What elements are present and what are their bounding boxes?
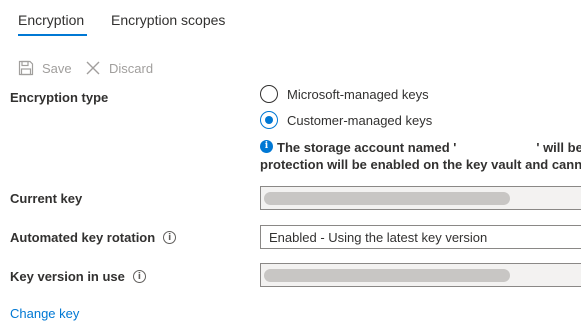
current-key-field	[260, 186, 581, 210]
key-version-field	[260, 263, 581, 287]
radio-label: Customer-managed keys	[287, 112, 433, 128]
info-icon: i	[260, 140, 273, 153]
rotation-label-text: Automated key rotation	[10, 230, 156, 245]
active-tab-underline	[18, 34, 87, 36]
encryption-type-label: Encryption type	[10, 90, 109, 105]
save-button[interactable]: Save	[17, 58, 72, 78]
current-key-label: Current key	[10, 191, 83, 206]
radio-button-selected[interactable]	[260, 111, 278, 129]
automated-key-rotation-label: Automated key rotation i	[10, 230, 177, 245]
radio-button[interactable]	[260, 85, 278, 103]
redacted-value	[264, 269, 510, 282]
tab-encryption[interactable]: Encryption	[18, 12, 84, 28]
rotation-value: Enabled - Using the latest key version	[269, 230, 488, 245]
info-notice: i The storage account named ' ' will be g…	[260, 139, 581, 173]
change-key-link[interactable]: Change key	[10, 306, 79, 321]
tab-encryption-scopes[interactable]: Encryption scopes	[111, 12, 225, 28]
automated-key-rotation-field[interactable]: Enabled - Using the latest key version	[260, 225, 581, 249]
notice-text-start: The storage account named '	[277, 140, 457, 155]
info-icon[interactable]: i	[132, 270, 146, 283]
save-label: Save	[42, 60, 72, 76]
info-icon[interactable]: i	[163, 231, 177, 244]
key-version-label: Key version in use i	[10, 269, 146, 284]
notice-line-2: protection will be enabled on the key va…	[260, 157, 581, 172]
close-icon	[84, 59, 102, 77]
radio-label: Microsoft-managed keys	[287, 86, 429, 102]
floppy-disk-icon	[17, 59, 35, 77]
notice-text-end: ' will be g	[536, 140, 581, 155]
discard-button[interactable]: Discard	[84, 58, 153, 78]
radio-customer-managed-keys[interactable]: Customer-managed keys	[260, 111, 432, 129]
key-version-label-text: Key version in use	[10, 269, 125, 284]
radio-microsoft-managed-keys[interactable]: Microsoft-managed keys	[260, 85, 429, 103]
discard-label: Discard	[109, 60, 154, 76]
redacted-value	[264, 192, 510, 205]
